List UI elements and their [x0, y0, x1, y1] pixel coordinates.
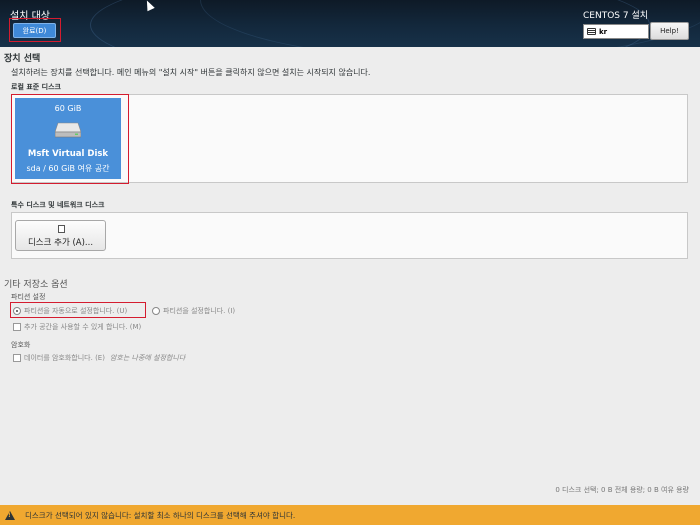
keyboard-layout-indicator[interactable]: kr [583, 24, 649, 39]
warning-bar: 디스크가 선택되어 있지 않습니다: 설치할 최소 하나의 디스크를 선택해 주… [0, 505, 700, 525]
help-button[interactable]: Help! [650, 22, 689, 40]
partition-label: 파티션 설정 [11, 293, 46, 301]
special-disks-label: 특수 디스크 및 네트워크 디스크 [11, 201, 105, 209]
warning-icon [5, 510, 15, 520]
disk-free-space: sda / 60 GiB 여유 공간 [26, 164, 110, 173]
radio-selected-icon [13, 307, 21, 315]
header-bar: 설치 대상 완료(D) CENTOS 7 설치 kr Help! [0, 0, 700, 47]
device-selection-title: 장치 선택 [4, 54, 41, 64]
done-button[interactable]: 완료(D) [13, 23, 56, 38]
disk-tile-sda[interactable]: 60 GiB Msft Virtual Disk sda / 60 GiB 여유… [15, 98, 121, 179]
auto-partition-label: 파티션을 자동으로 설정합니다. (U) [24, 307, 128, 315]
local-disks-label: 로컬 표준 디스크 [11, 83, 61, 91]
add-disk-button[interactable]: 디스크 추가 (A)... [15, 220, 106, 251]
encryption-label: 암호화 [11, 341, 31, 349]
disk-summary[interactable]: 0 디스크 선택; 0 B 전체 용량; 0 B 여유 용량 [555, 485, 689, 495]
keyboard-layout-label: kr [599, 27, 608, 36]
add-disk-icon [58, 225, 65, 233]
disk-size: 60 GiB [54, 104, 82, 113]
extra-space-checkbox[interactable]: 추가 공간을 사용할 수 있게 합니다. (M) [13, 322, 141, 332]
checkbox-icon [13, 354, 21, 362]
special-disks-panel [11, 212, 688, 259]
extra-space-label: 추가 공간을 사용할 수 있게 합니다. (M) [24, 323, 142, 331]
encrypt-note: 암호는 나중에 설정합니다 [109, 354, 186, 362]
encrypt-data-label: 데이터를 암호화합니다. (E) [24, 354, 105, 362]
device-selection-description: 설치하려는 장치를 선택합니다. 메인 메뉴의 "설치 시작" 버튼을 클릭하지… [11, 68, 371, 77]
radio-unselected-icon [152, 307, 160, 315]
manual-partition-radio[interactable]: 파티션을 설정합니다. (I) [152, 306, 235, 316]
encrypt-data-checkbox[interactable]: 데이터를 암호화합니다. (E) 암호는 나중에 설정합니다 [13, 353, 185, 363]
other-options-title: 기타 저장소 옵션 [4, 280, 68, 290]
auto-partition-radio[interactable]: 파티션을 자동으로 설정합니다. (U) [13, 306, 127, 316]
add-disk-label: 디스크 추가 (A)... [27, 238, 94, 248]
product-title: CENTOS 7 설치 [583, 11, 649, 21]
keyboard-icon [587, 28, 596, 35]
hard-disk-icon [55, 122, 81, 138]
disk-name: Msft Virtual Disk [27, 149, 109, 159]
warning-message: 디스크가 선택되어 있지 않습니다: 설치할 최소 하나의 디스크를 선택해 주… [25, 510, 296, 520]
manual-partition-label: 파티션을 설정합니다. (I) [163, 307, 236, 315]
checkbox-icon [13, 323, 21, 331]
